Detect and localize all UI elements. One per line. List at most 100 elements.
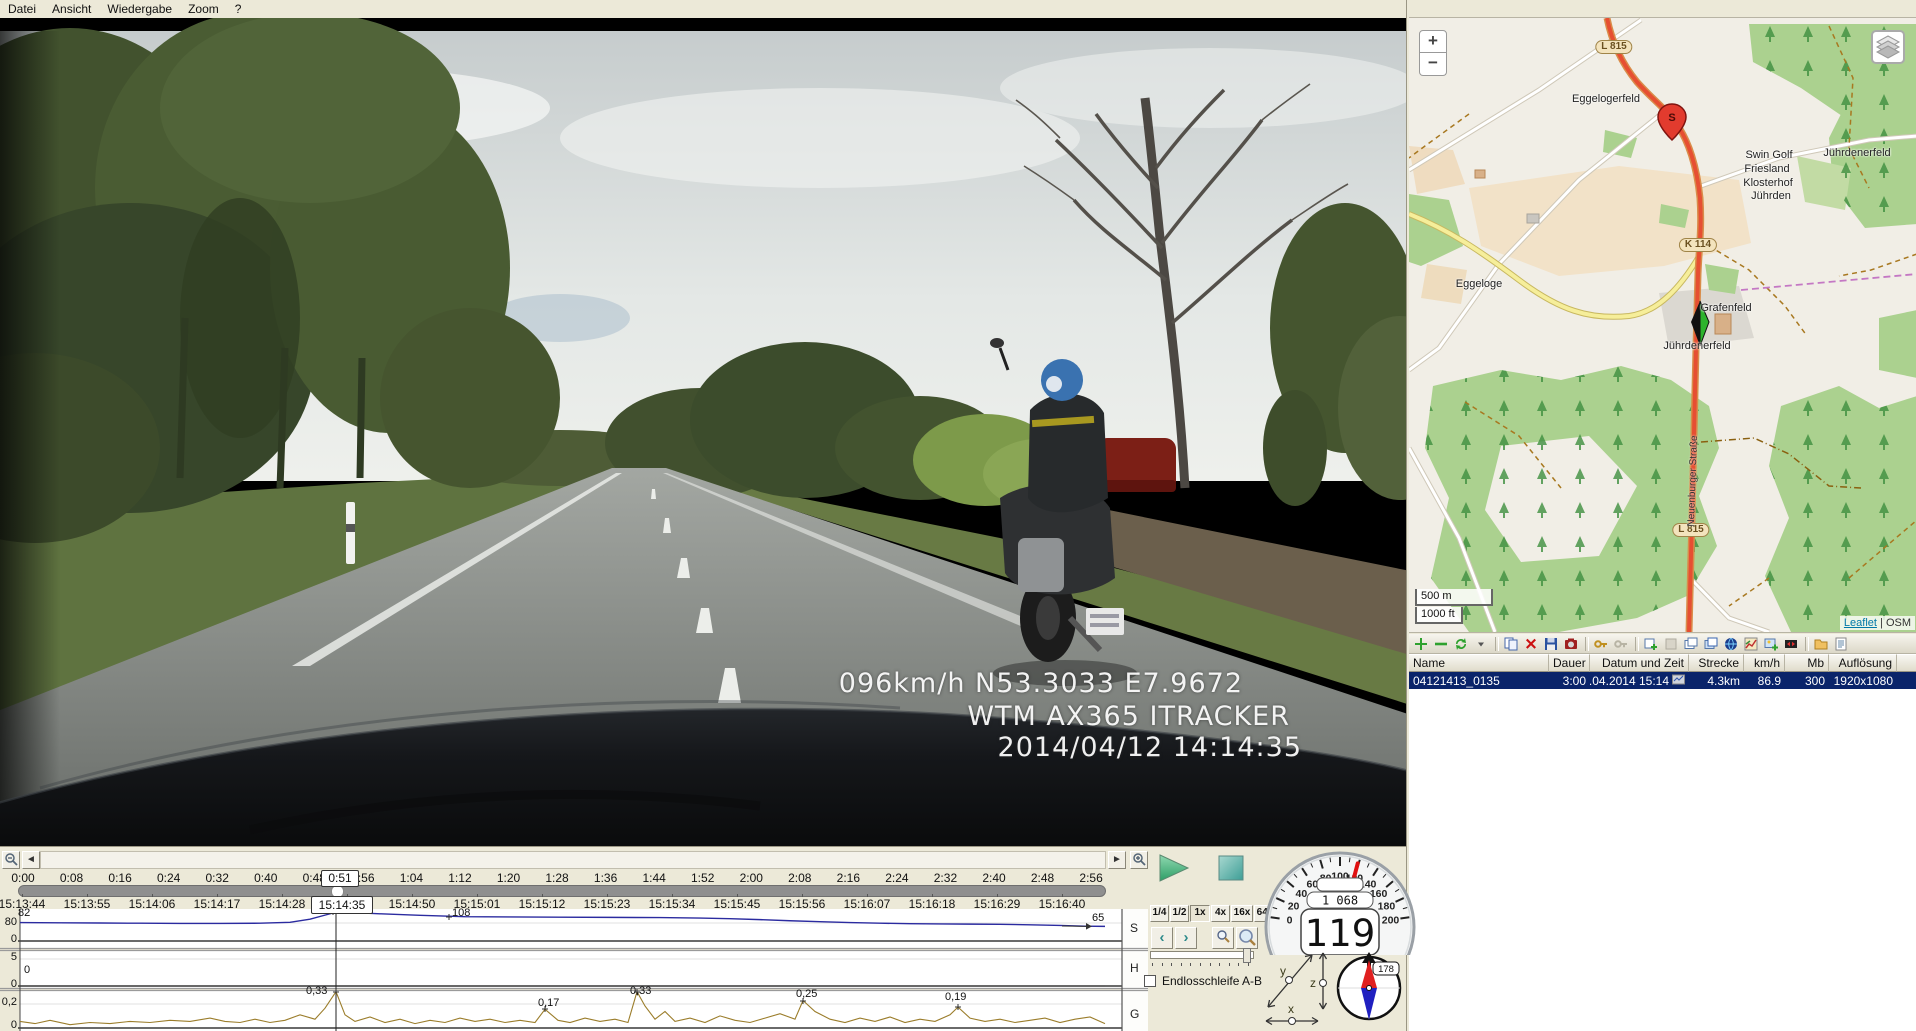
map-scale-metric: 500 m xyxy=(1415,589,1493,606)
time-label: 2:32 xyxy=(934,871,957,885)
next-frame-button[interactable]: › xyxy=(1175,927,1197,949)
column-header-spacer[interactable] xyxy=(1897,654,1916,672)
speed-16x-button[interactable]: 16x xyxy=(1231,905,1253,922)
cell-Dauer: 3:00 xyxy=(1549,672,1590,689)
video-export-button[interactable] xyxy=(1782,635,1800,652)
timeline-scroll-right-button[interactable]: ► xyxy=(1108,851,1126,869)
map-panel[interactable]: S EggelogerfeldSwin GolfFrieslandKloster… xyxy=(1409,17,1916,633)
column-header-Dauer[interactable]: Dauer xyxy=(1549,654,1590,672)
menu-item-wiedergabe[interactable]: Wiedergabe xyxy=(99,1,180,17)
svg-text:180: 180 xyxy=(1378,900,1396,912)
image-add-button[interactable] xyxy=(1762,635,1780,652)
delete-button[interactable] xyxy=(1522,635,1540,652)
telemetry-graphs[interactable] xyxy=(0,907,1150,1031)
key-icon xyxy=(1593,636,1609,652)
play-button[interactable] xyxy=(1158,854,1190,884)
timeline-slider[interactable] xyxy=(18,885,1106,897)
playback-panel: ◄ ► 0:000:080:160:240:320:400:480:561:04… xyxy=(0,846,1406,1031)
snapshot-button[interactable] xyxy=(1562,635,1580,652)
menu-item-zoom[interactable]: Zoom xyxy=(180,1,227,17)
leaflet-link[interactable]: Leaflet xyxy=(1844,617,1877,629)
copy-button[interactable] xyxy=(1502,635,1520,652)
map-zoom-in-button[interactable]: + xyxy=(1419,30,1447,53)
time-label: 0:16 xyxy=(108,871,131,885)
track-chart-button[interactable] xyxy=(1742,635,1760,652)
clock-tick xyxy=(412,894,413,897)
layers-icon xyxy=(1873,32,1903,62)
table-row[interactable]: 04121413_01353:0012.04.2014 15:144.3km86… xyxy=(1409,672,1916,689)
column-header-km/h[interactable]: km/h xyxy=(1744,654,1785,672)
refresh-icon xyxy=(1453,636,1469,652)
add-button[interactable] xyxy=(1412,635,1430,652)
axis-x-label: x xyxy=(1288,1002,1294,1016)
video-player-area[interactable]: 096km/h N53.3033 E7.9672WTM AX365 ITRACK… xyxy=(0,18,1406,846)
clock-tick xyxy=(607,894,608,897)
volume-slider[interactable] xyxy=(1150,951,1254,959)
speed-4x-button[interactable]: 4x xyxy=(1211,905,1230,922)
timeline-scroll-left-button[interactable]: ◄ xyxy=(22,851,40,869)
blank-button[interactable] xyxy=(1662,635,1680,652)
column-header-Datum und Zeit[interactable]: Datum und Zeit xyxy=(1590,654,1689,672)
speed-1/2-button[interactable]: 1/2 xyxy=(1170,905,1189,922)
time-label: 2:40 xyxy=(982,871,1005,885)
clock-tick xyxy=(802,894,803,897)
timeline-scrollbar-track[interactable] xyxy=(40,851,1106,869)
graph-axis-value: 5 xyxy=(1,951,17,963)
map-zoom-out-button[interactable]: − xyxy=(1419,53,1447,76)
graph-zoom-out-button[interactable] xyxy=(1212,927,1234,949)
timeline-position-tooltip: 0:51 xyxy=(321,870,359,887)
refresh-button[interactable] xyxy=(1452,635,1470,652)
loop-a-b-checkbox[interactable] xyxy=(1144,975,1156,987)
loop-a-b-label: Endlosschleife A-B xyxy=(1162,974,1262,988)
menu-item-help[interactable]: ? xyxy=(227,1,250,17)
graph-value-annotation: 0,17 xyxy=(538,997,559,1009)
graph-label-h: H xyxy=(1130,961,1139,975)
volume-tick xyxy=(1248,963,1249,966)
time-label: 0:00 xyxy=(11,871,34,885)
file-list-empty-area[interactable] xyxy=(1409,689,1916,1031)
timeline-zoom-in-button[interactable] xyxy=(1130,851,1148,869)
speed-1/4-button[interactable]: 1/4 xyxy=(1150,905,1169,922)
column-header-Name[interactable]: Name xyxy=(1409,654,1549,672)
column-header-Strecke[interactable]: Strecke xyxy=(1689,654,1744,672)
axis-y-label: y xyxy=(1280,964,1286,978)
cascade-shine-button[interactable] xyxy=(1702,635,1720,652)
menu-item-datei[interactable]: Datei xyxy=(0,1,44,17)
key-button[interactable] xyxy=(1592,635,1610,652)
key-disabled-button[interactable] xyxy=(1612,635,1630,652)
folder-button[interactable] xyxy=(1812,635,1830,652)
cascade-button[interactable] xyxy=(1682,635,1700,652)
cell-spacer xyxy=(1897,672,1916,689)
g-sensor-axis-widget[interactable]: y z x xyxy=(1256,943,1340,1029)
graph-zoom-in-button[interactable] xyxy=(1236,927,1258,949)
frame-add-button[interactable] xyxy=(1642,635,1660,652)
column-header-Mb[interactable]: Mb xyxy=(1785,654,1829,672)
time-label: 1:44 xyxy=(642,871,665,885)
column-header-Auflösung[interactable]: Auflösung xyxy=(1829,654,1897,672)
save-button[interactable] xyxy=(1542,635,1560,652)
svg-text:200: 200 xyxy=(1382,914,1400,926)
remove-button[interactable] xyxy=(1432,635,1450,652)
stop-button[interactable] xyxy=(1218,855,1244,881)
report-button[interactable] xyxy=(1832,635,1850,652)
osm-link[interactable]: OSM xyxy=(1886,617,1911,629)
gauge-odometer: 1 068 xyxy=(1322,894,1358,908)
clock-tick xyxy=(997,894,998,897)
map-layers-button[interactable] xyxy=(1871,30,1905,64)
speed-1x-button[interactable]: 1x xyxy=(1190,905,1210,922)
dropdown-button[interactable] xyxy=(1472,635,1490,652)
file-table: NameDauerDatum und ZeitStreckekm/hMbAufl… xyxy=(1409,654,1916,689)
timeline-zoom-out-button[interactable] xyxy=(2,851,20,869)
cell-Strecke: 4.3km xyxy=(1689,672,1744,689)
globe-button[interactable] xyxy=(1722,635,1740,652)
map-label: Klosterhof xyxy=(1743,177,1793,189)
snapshot-icon xyxy=(1563,636,1579,652)
volume-slider-thumb[interactable] xyxy=(1243,948,1251,963)
menu-item-ansicht[interactable]: Ansicht xyxy=(44,1,99,17)
compass-widget: 178 xyxy=(1333,946,1407,1028)
graph-value-annotation: 0,33 xyxy=(630,985,651,997)
prev-frame-button[interactable]: ‹ xyxy=(1151,927,1173,949)
report-icon xyxy=(1833,636,1849,652)
dashcam-frame xyxy=(0,18,1406,846)
clock-tick xyxy=(217,894,218,897)
